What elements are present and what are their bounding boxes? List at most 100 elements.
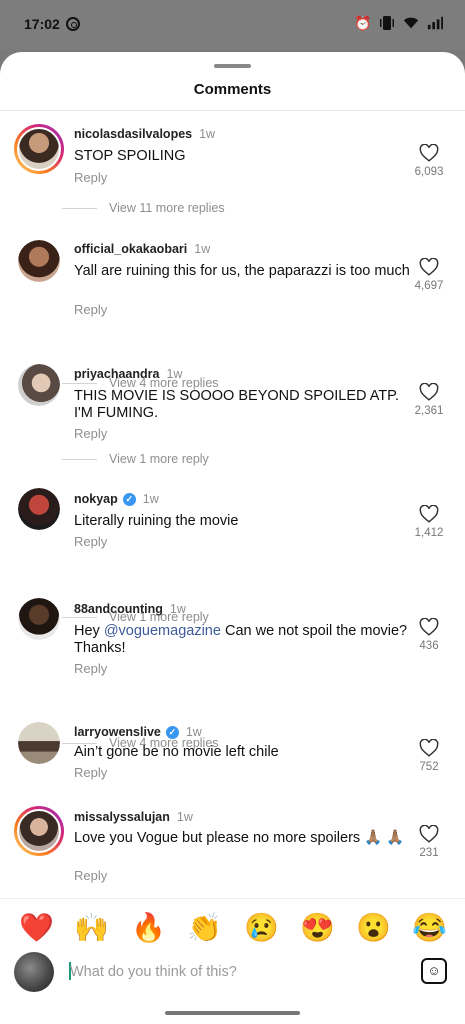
emoji-fire-button[interactable]: 🔥 <box>131 911 166 945</box>
like-button[interactable]: 752 <box>409 739 449 773</box>
comment-username-row: nokyap ✓ 1w <box>74 492 159 506</box>
sticker-icon[interactable]: ☺ <box>421 958 447 984</box>
comment-time: 1w <box>185 725 202 739</box>
like-button[interactable]: 436 <box>409 618 449 652</box>
like-button[interactable]: 6,093 <box>409 144 449 178</box>
heart-icon <box>419 383 439 401</box>
like-count: 231 <box>419 847 439 859</box>
heart-icon <box>419 505 439 523</box>
comment-time: 1w <box>142 492 159 506</box>
current-user-avatar <box>14 952 54 992</box>
comment-input[interactable] <box>70 962 370 982</box>
comment-text: Ain’t gone be no movie left chile <box>74 744 279 760</box>
emoji-clap-button[interactable]: 👏 <box>187 911 222 945</box>
emoji-heart-eyes-button[interactable]: 😍 <box>300 911 335 945</box>
comment-username-row: nicolasdasilvalopes 1w <box>74 127 215 141</box>
reply-button[interactable]: Reply <box>74 868 107 883</box>
avatar[interactable] <box>14 806 64 856</box>
emoji-reaction-bar: ❤️ 🙌 🔥 👏 😢 😍 😮 😂 <box>0 898 465 958</box>
like-count: 752 <box>419 761 439 773</box>
signal-icon <box>427 15 443 31</box>
comment-username-row: priyachaandra 1w <box>74 367 182 381</box>
emoji-laughing-button[interactable]: 😂 <box>412 911 447 945</box>
avatar[interactable] <box>14 124 64 174</box>
comment-time: 1w <box>176 810 193 824</box>
comment-text-start: Hey <box>74 623 104 639</box>
avatar[interactable] <box>18 488 60 530</box>
status-time: 17:02 <box>24 16 60 32</box>
comment-composer: ☺ <box>0 950 465 1000</box>
replies-line <box>62 207 97 209</box>
comments-sheet: Comments nicolasdasilvalopes 1w STOP SPO… <box>0 52 465 1024</box>
emoji-surprised-button[interactable]: 😮 <box>356 911 391 945</box>
comment-text: Hey @voguemagazine Can we not spoil the … <box>74 623 414 657</box>
title-divider <box>0 110 465 111</box>
username[interactable]: 88andcounting <box>74 602 163 616</box>
emoji-heart-button[interactable]: ❤️ <box>19 911 54 945</box>
like-count: 1,412 <box>414 527 444 539</box>
like-count: 6,093 <box>414 166 444 178</box>
comment-text: Yall are ruining this for us, the papara… <box>74 263 410 279</box>
username[interactable]: larryowenslive <box>74 725 161 739</box>
heart-icon <box>419 144 439 162</box>
emoji-raised-hands-button[interactable]: 🙌 <box>74 911 109 945</box>
wifi-icon <box>403 15 419 31</box>
emoji-crying-button[interactable]: 😢 <box>244 911 279 945</box>
comment-text: Literally ruining the movie <box>74 513 239 529</box>
like-count: 2,361 <box>414 405 444 417</box>
replies-line <box>62 616 97 618</box>
heart-icon <box>419 618 439 636</box>
username[interactable]: missalyssalujan <box>74 810 170 824</box>
status-icons: ⏰ <box>354 14 443 31</box>
comment-text: STOP SPOILING <box>74 148 186 164</box>
reply-button[interactable]: Reply <box>74 170 107 185</box>
alarm-icon: ⏰ <box>354 14 372 31</box>
username[interactable]: nicolasdasilvalopes <box>74 127 192 141</box>
reply-button[interactable]: Reply <box>74 302 107 317</box>
verified-icon: ✓ <box>165 725 179 739</box>
threads-icon <box>66 17 80 31</box>
comment-username-row: 88andcounting 1w <box>74 602 186 616</box>
reply-button[interactable]: Reply <box>74 765 107 780</box>
reply-button[interactable]: Reply <box>74 534 107 549</box>
like-button[interactable]: 4,697 <box>409 258 449 292</box>
view-replies-button[interactable]: View 1 more reply <box>62 452 209 466</box>
view-replies-label: View 11 more replies <box>109 201 225 215</box>
comment-username-row: official_okakaobari 1w <box>74 242 210 256</box>
like-button[interactable]: 231 <box>409 825 449 859</box>
username[interactable]: priyachaandra <box>74 367 159 381</box>
avatar[interactable] <box>18 364 60 406</box>
like-count: 436 <box>419 640 439 652</box>
like-button[interactable]: 1,412 <box>409 505 449 539</box>
view-replies-label: View 1 more reply <box>109 452 209 466</box>
home-indicator <box>165 1011 300 1015</box>
view-replies-button[interactable]: View 11 more replies <box>62 201 225 215</box>
comment-username-row: missalyssalujan 1w <box>74 810 193 824</box>
username[interactable]: nokyap <box>74 492 118 506</box>
avatar[interactable] <box>18 598 60 640</box>
like-count: 4,697 <box>414 280 444 292</box>
avatar[interactable] <box>18 722 60 764</box>
like-button[interactable]: 2,361 <box>409 383 449 417</box>
mention-link[interactable]: @voguemagazine <box>104 623 221 639</box>
avatar[interactable] <box>18 240 60 282</box>
heart-icon <box>419 739 439 757</box>
replies-line <box>62 458 97 460</box>
verified-icon: ✓ <box>122 492 136 506</box>
drag-handle[interactable] <box>214 64 251 68</box>
reply-button[interactable]: Reply <box>74 661 107 676</box>
username[interactable]: official_okakaobari <box>74 242 187 256</box>
comment-username-row: larryowenslive ✓ 1w <box>74 725 202 739</box>
replies-line <box>62 382 97 384</box>
status-bar: 17:02 ⏰ <box>0 0 465 50</box>
comment-time: 1w <box>166 367 183 381</box>
comment-time: 1w <box>194 242 211 256</box>
comment-time: 1w <box>199 127 216 141</box>
heart-icon <box>419 825 439 843</box>
reply-button[interactable]: Reply <box>74 426 107 441</box>
sheet-title: Comments <box>193 81 272 98</box>
comment-text: Love you Vogue but please no more spoile… <box>74 830 405 846</box>
comment-time: 1w <box>169 602 186 616</box>
comment-text: THIS MOVIE IS SOOOO BEYOND SPOILED ATP. … <box>74 388 399 421</box>
vibrate-icon <box>379 15 395 31</box>
